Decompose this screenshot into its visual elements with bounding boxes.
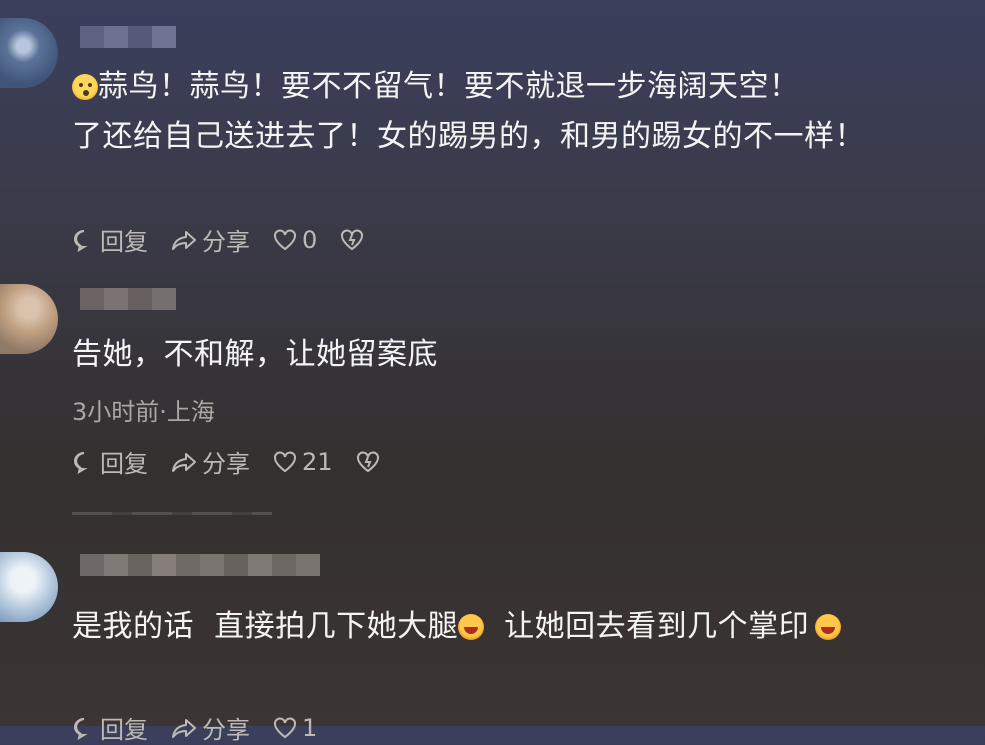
avatar[interactable]: [0, 552, 58, 622]
reply-button[interactable]: 回复: [72, 710, 148, 745]
dislike-button[interactable]: [355, 450, 385, 474]
timestamp-location: 3小时前·上海: [72, 398, 215, 426]
comment-text: 蒜鸟！蒜鸟！要不不留气！要不就退一步海阔天空！: [72, 62, 800, 112]
reply-label: 回复: [100, 450, 148, 478]
share-arrow-icon: [172, 718, 196, 738]
share-arrow-icon: [172, 230, 196, 250]
comment-actions: 回复 分享 0: [72, 222, 391, 257]
comment-text-segment: 是我的话 直接拍几下她大腿: [72, 609, 459, 644]
heart-icon: [274, 450, 296, 472]
comment-text: 了还给自己送进去了！女的踢男的，和男的踢女的不一样！: [72, 112, 865, 162]
comment-text: 是我的话 直接拍几下她大腿 让她回去看到几个掌印: [72, 602, 842, 652]
comment-text-line: 蒜鸟！蒜鸟！要不不留气！要不就退一步海阔天空！: [98, 69, 800, 104]
share-arrow-icon: [172, 452, 196, 472]
like-button[interactable]: 21: [272, 448, 333, 476]
comment-bubble-icon: [74, 451, 88, 474]
comment-bubble-icon: [74, 229, 88, 252]
laughing-face-emoji: [458, 614, 485, 640]
laughing-face-emoji: [815, 614, 842, 640]
share-label: 分享: [202, 228, 250, 256]
comment-3: 是我的话 直接拍几下她大腿 让她回去看到几个掌印 回复 分享 1: [0, 540, 985, 744]
share-label: 分享: [202, 450, 250, 478]
comment-actions: 回复 分享 21: [72, 444, 407, 479]
reply-label: 回复: [100, 228, 148, 256]
heart-icon: [274, 228, 296, 250]
share-label: 分享: [202, 716, 250, 744]
comment-text-line: 告她，不和解，让她留案底: [72, 337, 438, 372]
reply-button[interactable]: 回复: [72, 444, 148, 479]
broken-heart-icon: [341, 228, 364, 250]
avatar[interactable]: [0, 284, 58, 354]
comment-text-segment: 让她回去看到几个掌印: [484, 609, 810, 644]
like-count: 21: [302, 447, 333, 476]
share-button[interactable]: 分享: [170, 222, 250, 257]
reply-label: 回复: [100, 716, 148, 744]
comment-actions: 回复 分享 1: [72, 710, 339, 745]
comment-bubble-icon: [74, 717, 88, 740]
comment-2: 告她，不和解，让她留案底 3小时前·上海 回复 分享 21: [0, 280, 985, 510]
share-button[interactable]: 分享: [170, 444, 250, 479]
comment-text-line: 了还给自己送进去了！女的踢男的，和男的踢女的不一样！: [72, 119, 865, 154]
username-blurred: [80, 26, 176, 48]
like-count: 1: [302, 713, 318, 742]
anguished-face-emoji: [72, 74, 98, 100]
username-blurred: [80, 554, 320, 576]
comment-text: 告她，不和解，让她留案底: [72, 330, 438, 380]
broken-heart-icon: [356, 450, 379, 472]
avatar[interactable]: [0, 18, 58, 88]
comment-1: 蒜鸟！蒜鸟！要不不留气！要不就退一步海阔天空！ 了还给自己送进去了！女的踢男的，…: [0, 0, 985, 265]
heart-icon: [274, 716, 296, 738]
like-button[interactable]: 0: [272, 226, 317, 254]
like-count: 0: [302, 225, 318, 254]
username-blurred: [80, 288, 176, 310]
reply-button[interactable]: 回复: [72, 222, 148, 257]
divider: [72, 512, 272, 515]
dislike-button[interactable]: [339, 228, 369, 252]
like-button[interactable]: 1: [272, 714, 317, 742]
share-button[interactable]: 分享: [170, 710, 250, 745]
